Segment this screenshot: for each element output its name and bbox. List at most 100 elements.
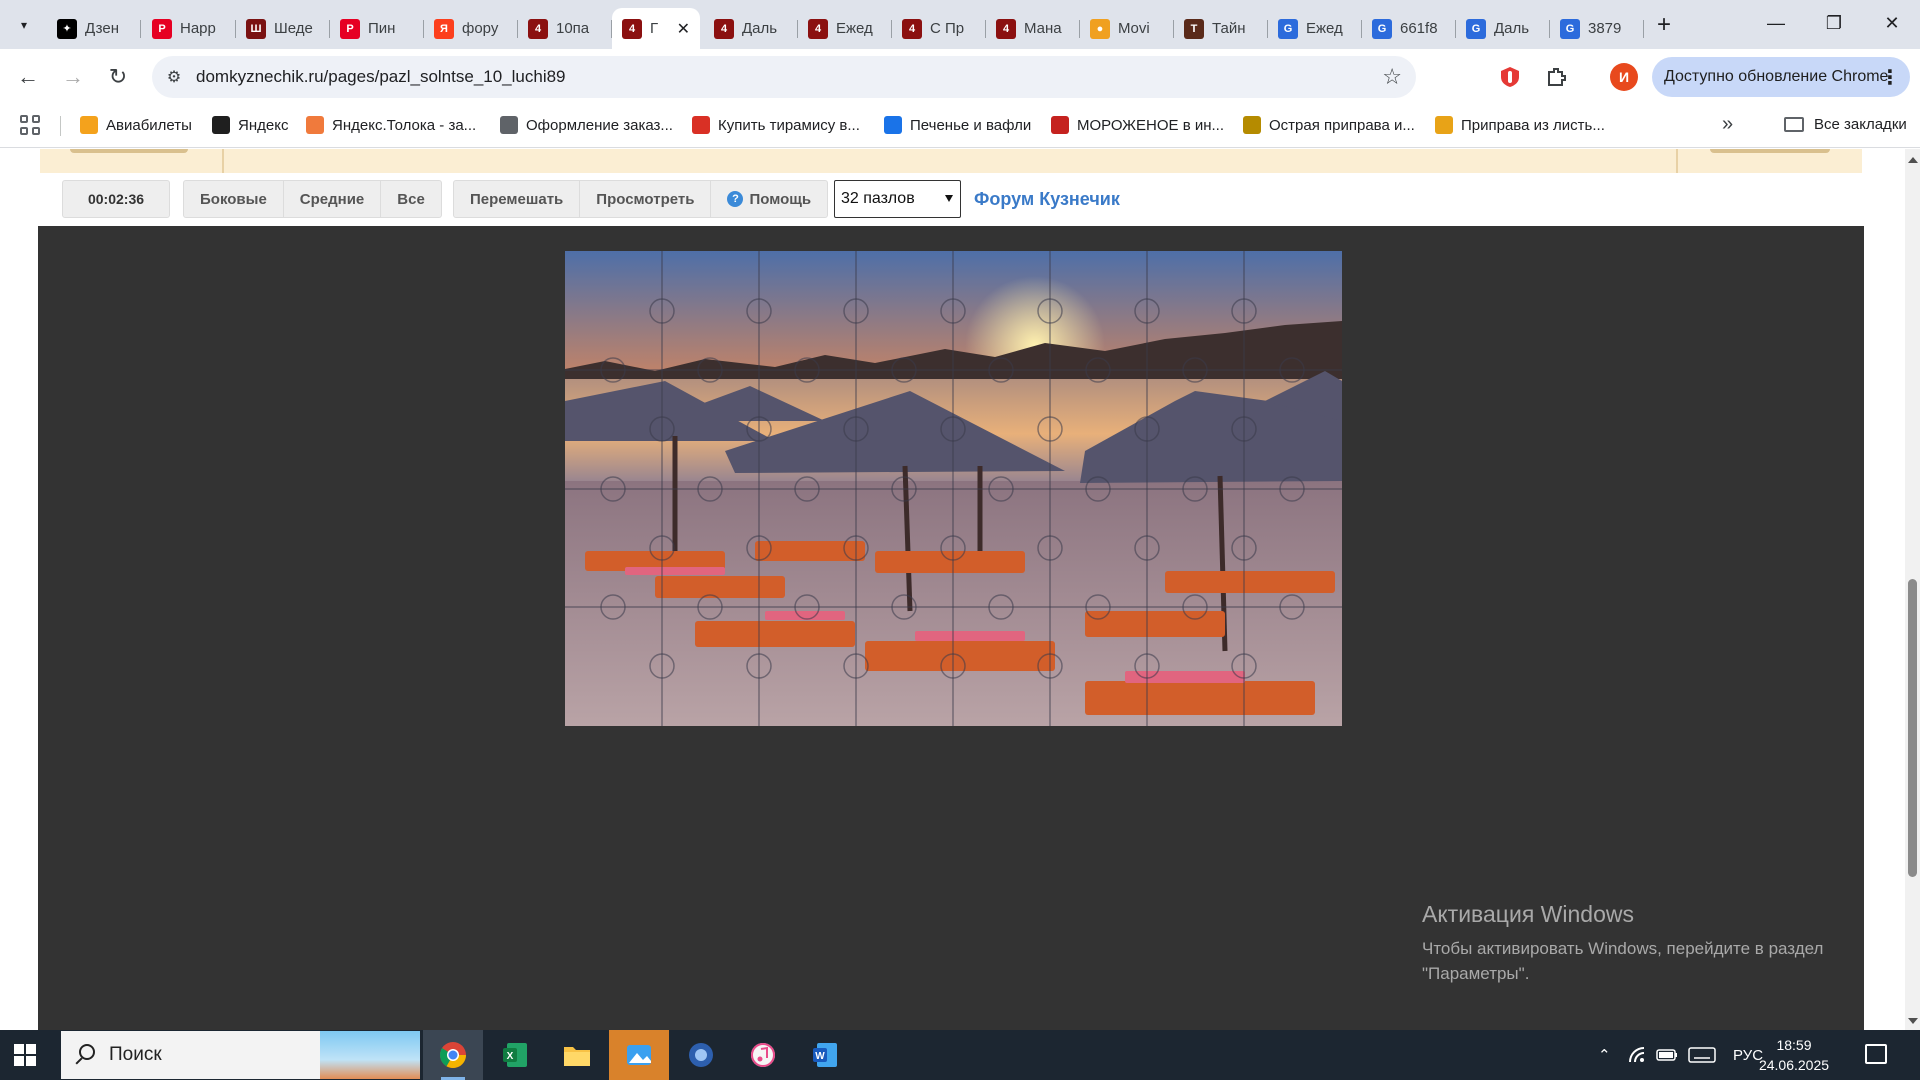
minimize-button[interactable]: ― <box>1748 0 1804 46</box>
help-icon: ? <box>727 191 744 207</box>
tab-active[interactable]: 4 Г ✕ <box>612 8 700 49</box>
reload-button[interactable]: ↻ <box>102 61 134 93</box>
forum-link[interactable]: Форум Кузнечик <box>974 189 1120 210</box>
forward-button[interactable]: → <box>57 61 89 93</box>
bookmark-item[interactable]: Острая приправа и... <box>1243 116 1415 134</box>
bookmark-star-icon[interactable]: ☆ <box>1382 64 1402 90</box>
back-button[interactable]: ← <box>12 61 44 93</box>
search-icon <box>79 1044 95 1060</box>
url-text[interactable]: domkyznechik.ru/pages/pazl_solntse_10_lu… <box>196 67 566 87</box>
tab-title: Ежед <box>1306 20 1343 37</box>
apps-grid-icon[interactable] <box>20 115 42 137</box>
all-pieces-button[interactable]: Все <box>381 181 441 217</box>
bookmark-item[interactable]: МОРОЖЕНОЕ в ин... <box>1051 116 1224 134</box>
more-bookmarks-chevron-icon[interactable]: » <box>1722 113 1733 136</box>
tab[interactable]: 4 Мана <box>986 8 1080 49</box>
taskbar-chrome-icon[interactable] <box>423 1030 483 1080</box>
taskbar-word-icon[interactable]: W <box>795 1030 855 1080</box>
tab-title: Даль <box>1494 20 1530 37</box>
tab-search-button[interactable]: ▾ <box>10 12 38 38</box>
bookmark-item[interactable]: Яндекс.Толока - за... <box>306 116 476 134</box>
tab[interactable]: 4 Даль <box>704 8 798 49</box>
profile-avatar[interactable]: И <box>1610 63 1638 91</box>
tray-chevron-icon[interactable]: ⌃ <box>1598 1030 1611 1080</box>
tab-favicon-icon: 4 <box>808 18 828 39</box>
tab[interactable]: 4 Ежед <box>798 8 892 49</box>
extensions-puzzle-icon[interactable] <box>1541 62 1571 92</box>
preview-button[interactable]: Просмотреть <box>580 181 712 217</box>
puzzle-image[interactable] <box>565 251 1342 726</box>
scroll-up-arrow-icon[interactable] <box>1908 157 1918 163</box>
bookmark-item[interactable]: Оформление заказ... <box>500 116 673 134</box>
tab[interactable]: P Нарр <box>142 8 236 49</box>
tab[interactable]: 4 10па <box>518 8 612 49</box>
tab[interactable]: ✦ Дзен <box>47 8 141 49</box>
bookmark-label: МОРОЖЕНОЕ в ин... <box>1077 116 1225 134</box>
taskbar-photos-icon[interactable] <box>609 1030 669 1080</box>
tab[interactable]: G 661f8 <box>1362 8 1456 49</box>
tab[interactable]: Ш Шеде <box>236 8 330 49</box>
page-viewport: 00:02:36 Боковые Средние Все Перемешать … <box>0 149 1905 1030</box>
tab-title: С Пр <box>930 20 965 37</box>
chrome-update-button[interactable]: Доступно обновление Chrome ⋮ <box>1652 57 1910 97</box>
bookmark-favicon-icon <box>1435 116 1453 134</box>
tab-title: Тайн <box>1212 20 1246 37</box>
tab-title: Шеде <box>274 20 313 37</box>
bookmark-label: Купить тирамису в... <box>718 116 860 134</box>
taskbar-search-box[interactable]: Поиск <box>61 1031 420 1079</box>
page-scrollbar[interactable] <box>1905 149 1920 1030</box>
tab[interactable]: Т Тайн <box>1174 8 1268 49</box>
shuffle-button[interactable]: Перемешать <box>454 181 581 217</box>
notification-center-icon[interactable] <box>1865 1044 1887 1064</box>
taskbar-explorer-icon[interactable] <box>547 1030 607 1080</box>
scroll-thumb[interactable] <box>1908 579 1917 877</box>
keyboard-icon[interactable] <box>1688 1030 1716 1080</box>
tab-title: фору <box>462 20 499 37</box>
bookmark-favicon-icon <box>306 116 324 134</box>
maximize-button[interactable]: ❐ <box>1806 0 1862 46</box>
bookmark-item[interactable]: Приправа из листь... <box>1435 116 1605 134</box>
bookmark-item[interactable]: Яндекс <box>212 116 288 134</box>
tab[interactable]: G Ежед <box>1268 8 1362 49</box>
tab-separator <box>1643 20 1644 38</box>
site-header-strip <box>40 149 1862 173</box>
taskbar-music-icon[interactable] <box>733 1030 793 1080</box>
middle-pieces-button[interactable]: Средние <box>284 181 382 217</box>
windows-taskbar: Поиск X W ⌃ РУС 18:59 24.06.2025 <box>0 1030 1920 1080</box>
tab[interactable]: G 3879 <box>1550 8 1644 49</box>
bookmark-item[interactable]: Печенье и вафли <box>884 116 1031 134</box>
all-bookmarks-button[interactable]: Все закладки <box>1784 116 1907 133</box>
tab[interactable]: P Пин <box>330 8 424 49</box>
taskbar-app-circle-icon[interactable] <box>671 1030 731 1080</box>
bookmark-label: Печенье и вафли <box>910 116 1032 134</box>
scroll-down-arrow-icon[interactable] <box>1908 1018 1918 1024</box>
bookmark-item[interactable]: Авиабилеты <box>80 116 192 134</box>
taskbar-clock[interactable]: 18:59 24.06.2025 <box>1748 1035 1840 1075</box>
tab[interactable]: Яфору <box>424 8 518 49</box>
address-bar[interactable]: ⚙ domkyznechik.ru/pages/pazl_solntse_10_… <box>152 56 1416 98</box>
adblock-extension-icon[interactable] <box>1495 62 1525 92</box>
side-pieces-button[interactable]: Боковые <box>184 181 284 217</box>
menu-dots-icon[interactable]: ⋮ <box>1880 65 1900 90</box>
tab-close-icon[interactable]: ✕ <box>677 19 690 39</box>
pieces-count-select[interactable]: 32 пазлов <box>834 180 961 218</box>
taskbar-excel-icon[interactable]: X <box>485 1030 545 1080</box>
tab[interactable]: G Даль <box>1456 8 1550 49</box>
windows-start-icon[interactable] <box>14 1044 36 1066</box>
tab-title: Мана <box>1024 20 1062 37</box>
site-info-icon[interactable]: ⚙ <box>162 65 186 89</box>
tab[interactable]: ● Movi <box>1080 8 1174 49</box>
new-tab-button[interactable]: + <box>1650 11 1678 38</box>
tab-favicon-icon: ● <box>1090 18 1110 39</box>
taskbar-search-placeholder: Поиск <box>109 1044 162 1065</box>
network-icon[interactable] <box>1628 1030 1648 1080</box>
tab[interactable]: 4 С Пр <box>892 8 986 49</box>
windows-activation-title: Активация Windows <box>1422 901 1634 927</box>
battery-icon[interactable] <box>1656 1030 1678 1080</box>
close-window-button[interactable]: ✕ <box>1864 0 1920 46</box>
tab-strip: ▾ ✦ Дзен P Нарр Ш Шеде P Пин Яфору 4 10па 4 Г ✕ 4 Даль 4… <box>0 0 1920 49</box>
bookmark-item[interactable]: Купить тирамису в... <box>692 116 860 134</box>
help-button[interactable]: ? Помощь <box>711 181 827 217</box>
bookmark-label: Авиабилеты <box>106 116 192 134</box>
browser-toolbar: ← → ↻ ⚙ domkyznechik.ru/pages/pazl_solnt… <box>0 49 1920 104</box>
